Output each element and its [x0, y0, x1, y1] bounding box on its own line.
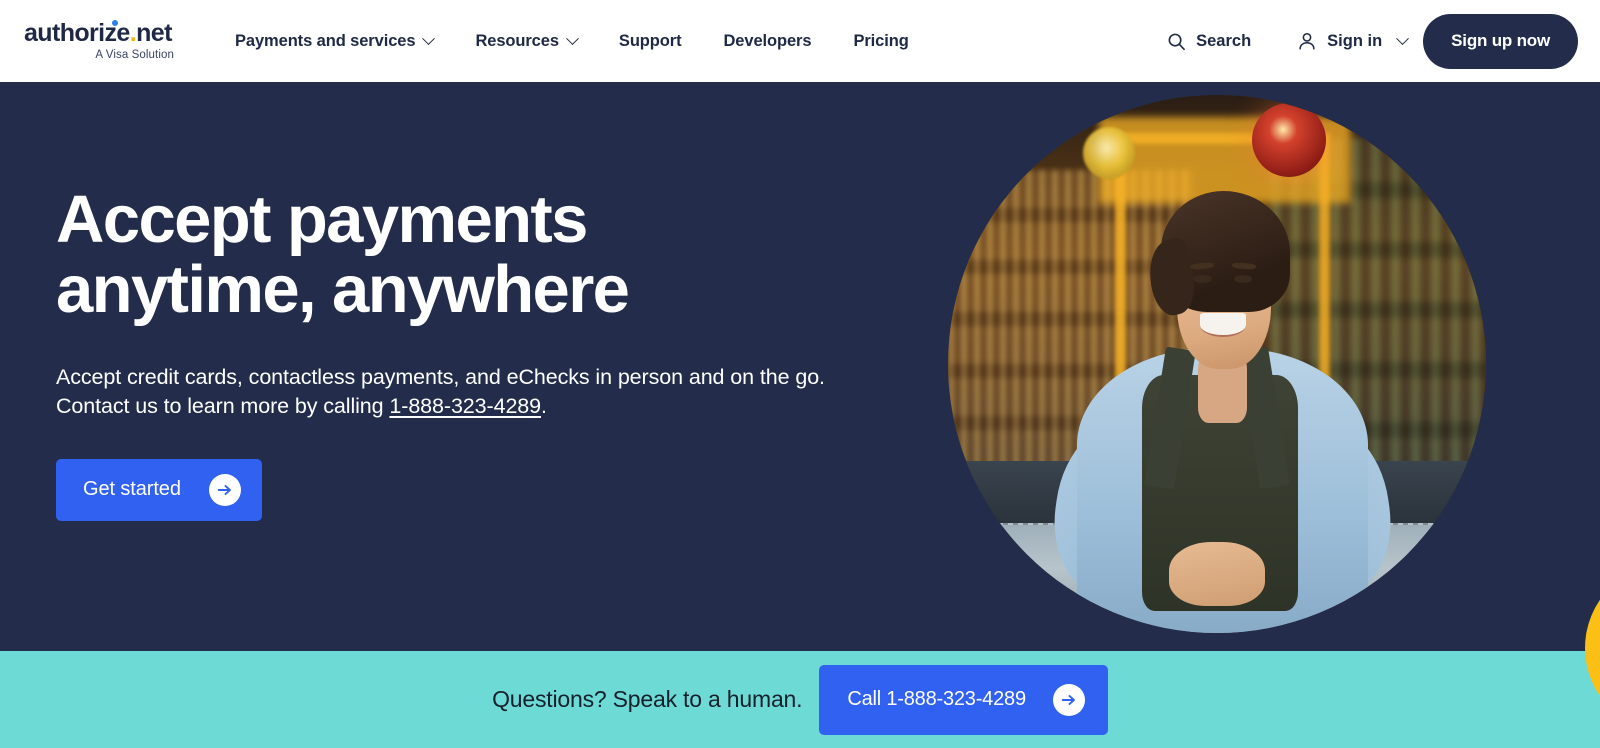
logo-i-dot-icon — [112, 19, 118, 26]
nav-label: Resources — [475, 31, 559, 50]
hero-image-content — [948, 95, 1486, 633]
hero-section: Accept payments anytime, anywhere Accept… — [0, 82, 1600, 651]
logo-tagline: A Visa Solution — [95, 48, 174, 61]
page-root: authorize.net A Visa Solution Payments a… — [0, 0, 1600, 748]
header-actions: Search Sign in Sign up now — [1167, 13, 1600, 69]
search-label: Search — [1196, 31, 1252, 50]
call-phone-button[interactable]: Call 1-888-323-4289 — [819, 664, 1108, 735]
sign-in-menu[interactable]: Sign in — [1297, 31, 1410, 51]
nav-label: Pricing — [853, 31, 909, 50]
hero-copy: Accept payments anytime, anywhere Accept… — [56, 182, 856, 521]
nav-label: Payments and services — [235, 31, 416, 50]
get-started-label: Get started — [83, 478, 181, 501]
hero-subtitle-line2-suffix: . — [541, 393, 547, 418]
nav-label: Support — [618, 31, 682, 50]
search-button[interactable]: Search — [1167, 32, 1251, 51]
hero-subtitle-line2-prefix: Contact us to learn more by calling — [56, 393, 390, 418]
nav-item-pricing[interactable]: Pricing — [853, 26, 908, 57]
hero-image-bartender-portrait — [948, 95, 1486, 633]
hero-phone-link[interactable]: 1-888-323-4289 — [389, 394, 541, 418]
page-title: Accept payments anytime, anywhere — [56, 182, 630, 328]
site-logo[interactable]: authorize.net A Visa Solution — [24, 18, 174, 62]
hero-subtitle: Accept credit cards, contactless payment… — [56, 363, 846, 421]
person-figure — [948, 95, 1486, 633]
nav-item-developers[interactable]: Developers — [723, 26, 811, 57]
nav-label: Developers — [723, 31, 812, 50]
nav-item-support[interactable]: Support — [619, 26, 682, 57]
chevron-down-icon — [422, 31, 436, 45]
user-icon — [1299, 32, 1315, 50]
clasped-hands — [1168, 541, 1266, 607]
smile — [1199, 312, 1246, 337]
get-started-button[interactable]: Get started — [56, 458, 262, 521]
call-button-label: Call 1-888-323-4289 — [847, 688, 1026, 710]
arrow-right-icon — [208, 473, 241, 506]
chevron-down-icon — [1396, 31, 1410, 45]
cta-bar-text: Questions? Speak to a human. — [492, 686, 803, 712]
primary-nav: Payments and services Resources Support … — [235, 26, 909, 57]
contact-cta-bar: Questions? Speak to a human. Call 1-888-… — [0, 651, 1600, 748]
nav-item-resources[interactable]: Resources — [475, 26, 579, 57]
logo-text-net: net — [136, 18, 172, 47]
logo-wordmark: authorize.net — [24, 18, 172, 47]
chevron-down-icon — [566, 31, 579, 45]
arrow-right-icon — [1052, 683, 1085, 716]
sign-up-now-button[interactable]: Sign up now — [1423, 13, 1578, 69]
search-icon — [1168, 33, 1186, 50]
site-header: authorize.net A Visa Solution Payments a… — [0, 0, 1600, 82]
nav-item-payments-and-services[interactable]: Payments and services — [235, 26, 436, 57]
hero-subtitle-line1: Accept credit cards, contactless payment… — [56, 364, 825, 389]
sign-in-label: Sign in — [1327, 31, 1383, 50]
